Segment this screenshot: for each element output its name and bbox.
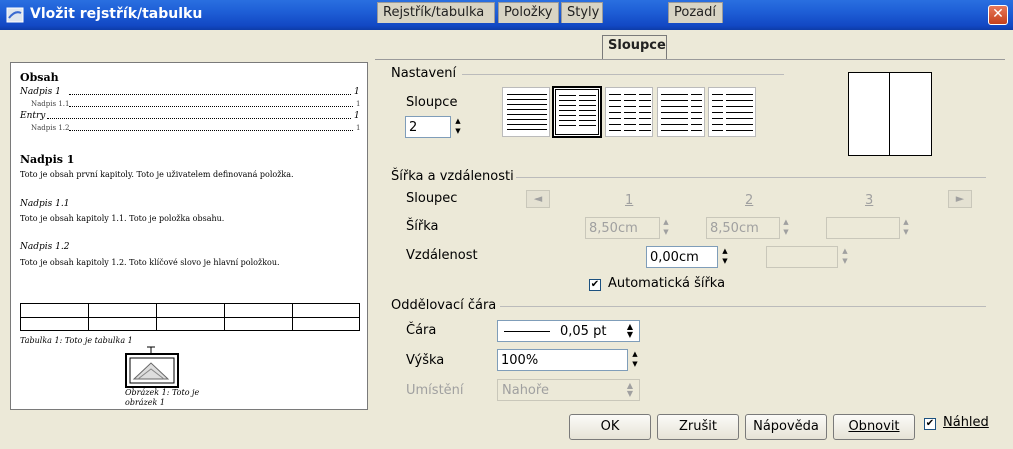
close-button[interactable]: ✕ (988, 5, 1008, 25)
preview-heading-1: Nadpis 1 (20, 153, 75, 166)
preview-table-col-line (224, 304, 225, 330)
ok-button[interactable]: OK (569, 414, 651, 440)
preview-checkbox[interactable]: ✔ (924, 418, 936, 430)
spacing-1-spinner[interactable]: ▲ ▼ (720, 246, 730, 268)
preview-toc-page: 1 (354, 87, 360, 97)
close-icon: ✕ (992, 6, 1004, 22)
column-preview-separator (889, 73, 890, 155)
column-number: 1 (625, 193, 634, 208)
preview-toc-entry: Nadpis 1.2 (31, 124, 70, 132)
settings-header: Nastavení (391, 66, 457, 81)
column-2-width-spinner[interactable]: ▲ ▼ (781, 217, 791, 239)
spacing-label: Vzdálenost (406, 248, 478, 263)
position-dropdown[interactable]: Nahoře ▲ ▼ (497, 379, 640, 401)
spacing-2-spinner[interactable]: ▲ ▼ (840, 246, 850, 268)
preview-table (20, 303, 360, 331)
width-spacing-divider (516, 177, 986, 178)
prev-columns-button[interactable]: ◄ (526, 190, 550, 208)
app-icon (6, 7, 24, 23)
preview-paragraph: Toto je obsah kapitoly 1.2. Toto klíčové… (20, 258, 280, 267)
preview-heading-1-2: Nadpis 1.2 (20, 242, 70, 252)
help-button[interactable]: Nápověda (745, 414, 827, 440)
line-label: Čára (406, 323, 437, 338)
cancel-button[interactable]: Zrušit (657, 414, 739, 440)
line-sample (504, 331, 550, 332)
auto-width-label: Automatická šířka (608, 276, 726, 291)
spacing-2-field[interactable] (766, 246, 838, 268)
height-spinner[interactable]: ▲ ▼ (630, 349, 640, 371)
tab-background[interactable]: Pozadí (668, 2, 723, 23)
column-1-width-spinner[interactable]: ▲ ▼ (661, 217, 671, 239)
column-label: Sloupec (406, 191, 458, 206)
column-preview (848, 72, 932, 156)
columns-count-field[interactable]: 2 (405, 116, 451, 138)
settings-divider (462, 74, 784, 75)
separator-divider (500, 306, 986, 307)
preview-toc-title: Obsah (20, 71, 59, 84)
separator-header: Oddělovací čára (391, 298, 497, 313)
arrow-left-icon: ◄ (533, 192, 543, 205)
line-style-dropdown[interactable]: 0,05 pt ▲ ▼ (497, 320, 640, 342)
columns-count-spinner[interactable]: ▲ ▼ (453, 116, 463, 138)
layout-right-wide[interactable] (708, 87, 756, 137)
index-preview: Obsah Nadpis 1 1 Nadpis 1.1 1 Entry 1 Na… (10, 62, 368, 410)
preview-table-row-line (21, 317, 359, 318)
preview-heading-1-1: Nadpis 1.1 (20, 199, 70, 209)
chevron-up-down-icon: ▲ ▼ (626, 322, 633, 339)
column-number: 2 (745, 193, 754, 208)
tab-entries[interactable]: Položky (498, 2, 559, 23)
preview-toc-leader (69, 87, 351, 95)
preview-label: Náhled (943, 415, 989, 430)
preview-paragraph: Toto je obsah první kapitoly. Toto je už… (20, 170, 294, 179)
layout-three-columns[interactable] (605, 87, 653, 137)
width-label: Šířka (406, 219, 439, 234)
arrow-right-icon: ► (955, 192, 965, 205)
preview-toc-leader (47, 111, 351, 119)
reset-button[interactable]: Obnovit (833, 414, 915, 440)
layout-one-column[interactable] (502, 87, 550, 137)
next-columns-button[interactable]: ► (948, 190, 972, 208)
column-2-width-field[interactable]: 8,50cm (706, 217, 780, 239)
preview-paragraph: Toto je obsah kapitoly 1.1. Toto je polo… (20, 214, 225, 223)
preview-table-caption: Tabulka 1: Toto je tabulka 1 (20, 336, 133, 345)
preview-toc-entry: Entry (20, 111, 46, 121)
preview-toc-leader (69, 123, 353, 131)
preview-figure-caption: obrázek 1 (125, 398, 165, 407)
preview-table-col-line (88, 304, 89, 330)
preview-toc-page: 1 (356, 124, 361, 132)
auto-width-checkbox[interactable]: ✔ (589, 279, 601, 291)
column-3-width-spinner[interactable]: ▲ ▼ (901, 217, 911, 239)
tab-index[interactable]: Rejstřík/tabulka (377, 2, 495, 23)
column-1-width-field[interactable]: 8,50cm (585, 217, 660, 239)
chevron-up-down-icon: ▲ ▼ (626, 381, 633, 398)
spacing-1-field[interactable]: 0,00cm (646, 246, 718, 268)
height-label: Výška (406, 353, 445, 368)
height-field[interactable]: 100% (497, 349, 628, 371)
tab-styles[interactable]: Styly (561, 2, 603, 23)
preview-toc-page: 1 (356, 100, 361, 108)
preview-toc-leader (69, 99, 353, 107)
layout-left-wide[interactable] (657, 87, 705, 137)
tab-columns[interactable]: Sloupce (602, 35, 667, 59)
width-spacing-header: Šířka a vzdálenosti (391, 169, 514, 184)
preview-table-col-line (292, 304, 293, 330)
preview-table-col-line (156, 304, 157, 330)
column-3-width-field[interactable] (826, 217, 900, 239)
layout-two-columns[interactable] (552, 86, 602, 138)
preview-toc-entry: Nadpis 1.1 (31, 100, 70, 108)
column-number: 3 (865, 193, 874, 208)
preview-figure-image (125, 346, 179, 388)
window-title: Vložit rejstřík/tabulku (30, 6, 203, 22)
tab-divider (375, 59, 1005, 60)
preview-figure-caption: Obrázek 1: Toto je (125, 388, 200, 397)
preview-toc-entry: Nadpis 1 (20, 87, 61, 97)
preview-toc-page: 1 (354, 111, 360, 121)
columns-label: Sloupce (406, 95, 458, 110)
position-label: Umístění (406, 383, 464, 398)
